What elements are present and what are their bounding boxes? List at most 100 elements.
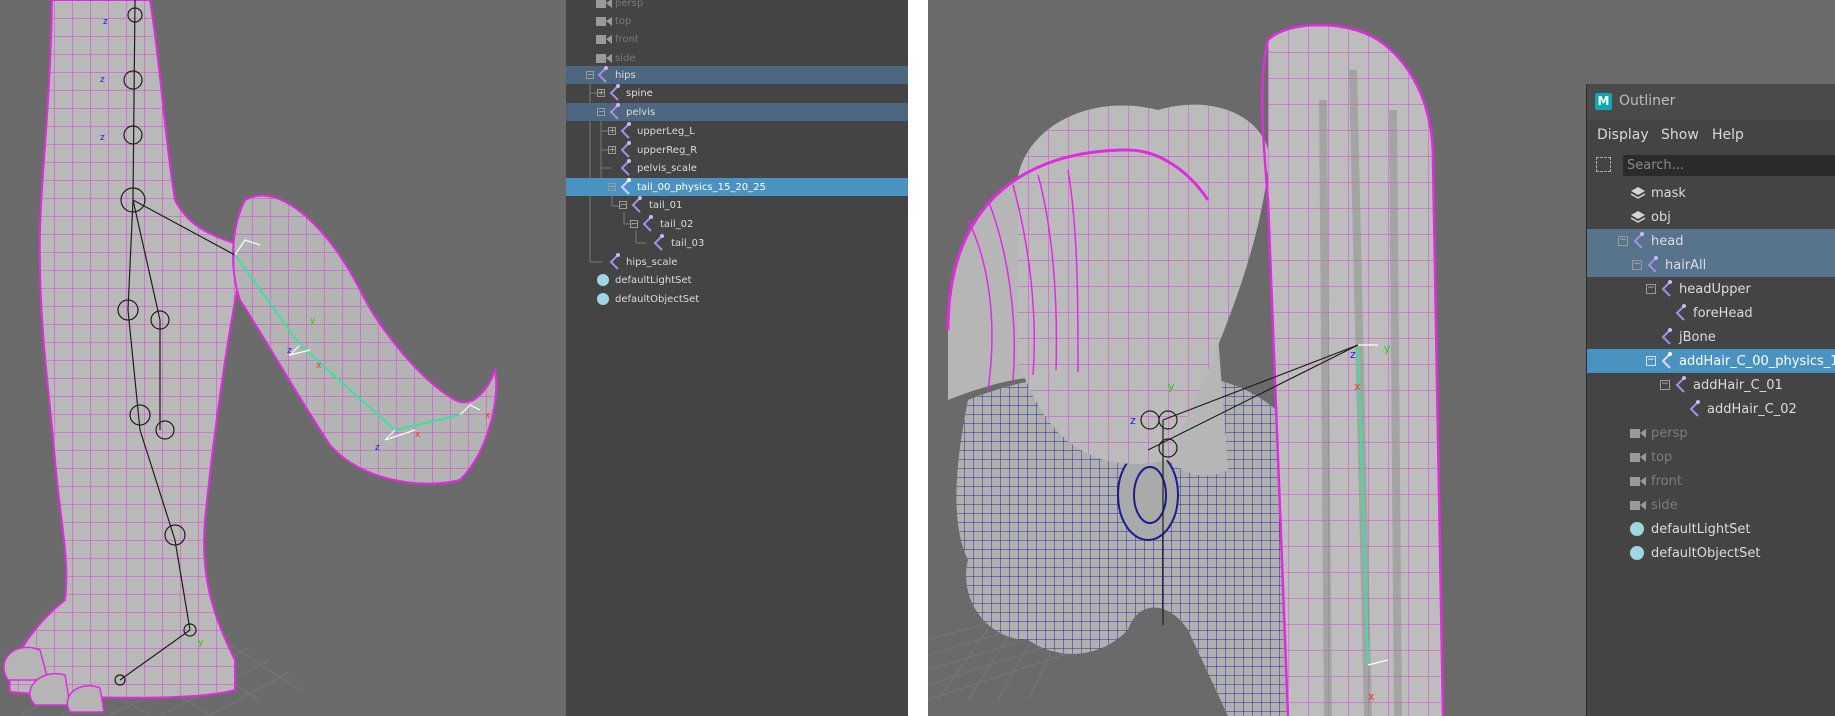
collapse-toggle[interactable]: −	[597, 108, 605, 116]
left-outliner-row-top[interactable]: top	[566, 12, 908, 30]
left-outliner-row-pelvis[interactable]: − pelvis	[566, 103, 908, 121]
row-label: head	[1651, 233, 1684, 249]
left-outliner-row-hips-scale[interactable]: hips_scale	[566, 253, 908, 271]
outliner-row-hairall[interactable]: − hairAll	[1587, 253, 1835, 277]
joint-icon	[642, 215, 653, 232]
expand-toggle[interactable]: +	[608, 146, 616, 154]
collapse-toggle[interactable]: −	[630, 220, 638, 228]
search-row	[1587, 150, 1835, 180]
outliner-row-persp[interactable]: persp	[1587, 421, 1835, 445]
left-outliner-row-side[interactable]: side	[566, 49, 908, 67]
row-label: pelvis_scale	[637, 162, 697, 174]
outliner-row-addhair-c-01[interactable]: − addHair_C_01	[1587, 373, 1835, 397]
left-outliner-row-tail-02[interactable]: − tail_02	[566, 215, 908, 233]
axis-label-z: z	[100, 133, 105, 143]
outliner-row-addhair-c-00[interactable]: − addHair_C_00_physics_15_20_25	[1587, 349, 1835, 373]
axis-label-x: x	[316, 361, 322, 371]
outliner-row-defaultlightset[interactable]: defaultLightSet	[1587, 517, 1835, 541]
row-label: addHair_C_00_physics_15_20_25	[1679, 353, 1835, 369]
axis-label-z: z	[287, 346, 292, 356]
row-label: jBone	[1679, 329, 1716, 345]
outliner-row-headupper[interactable]: − headUpper	[1587, 277, 1835, 301]
axis-label-y: y	[198, 638, 204, 648]
maya-logo-icon: M	[1595, 93, 1612, 110]
row-label: addHair_C_01	[1693, 377, 1783, 393]
outliner-title-bar[interactable]: M Outliner	[1587, 84, 1835, 121]
joint-icon	[1675, 376, 1686, 393]
row-label: top	[1651, 449, 1673, 465]
axis-label-z: z	[375, 443, 380, 453]
row-label: tail_00_physics_15_20_25	[637, 181, 766, 193]
axis-label-x: x	[415, 430, 421, 440]
select-region-icon[interactable]	[1596, 157, 1611, 172]
left-outliner-row-tail-01[interactable]: − tail_01	[566, 196, 908, 214]
joint-icon	[620, 141, 631, 158]
row-label: pelvis	[626, 106, 656, 118]
row-label: tail_03	[671, 237, 705, 249]
outliner-row-obj[interactable]: obj	[1587, 205, 1835, 229]
camera-icon	[596, 17, 612, 26]
left-outliner-row-defaultlightset[interactable]: defaultLightSet	[566, 271, 908, 289]
row-label: front	[615, 33, 639, 45]
set-icon	[597, 274, 609, 286]
left-outliner-row-pelvis-scale[interactable]: pelvis_scale	[566, 159, 908, 177]
outliner-row-top[interactable]: top	[1587, 445, 1835, 469]
outliner-row-mask[interactable]: mask	[1587, 181, 1835, 205]
camera-icon	[1630, 429, 1646, 438]
menu-display[interactable]: Display	[1597, 127, 1649, 143]
joint-icon	[1689, 400, 1700, 417]
collapse-toggle[interactable]: −	[1632, 260, 1642, 270]
row-label: defaultLightSet	[1651, 521, 1751, 537]
row-label: side	[615, 52, 636, 64]
left-3d-viewport[interactable]: z z z y z x z x x y	[0, 0, 566, 716]
joint-icon	[620, 122, 631, 139]
left-outliner-row-defaultobjectset[interactable]: defaultObjectSet	[566, 290, 908, 308]
expand-toggle[interactable]: +	[608, 127, 616, 135]
row-label: hairAll	[1665, 257, 1707, 273]
collapse-toggle[interactable]: −	[619, 201, 627, 209]
left-outliner-row-front[interactable]: front	[566, 30, 908, 48]
outliner-row-front[interactable]: front	[1587, 469, 1835, 493]
collapse-toggle[interactable]: −	[608, 183, 616, 191]
axis-label-z: z	[103, 17, 108, 27]
axis-label-z: z	[100, 75, 105, 85]
left-outliner-row-upperleg-l[interactable]: + upperLeg_L	[566, 122, 908, 140]
left-outliner-row-tail-00[interactable]: − tail_00_physics_15_20_25	[566, 178, 908, 196]
collapse-toggle[interactable]: −	[1646, 284, 1656, 294]
left-outliner-row-tail-03[interactable]: tail_03	[566, 234, 908, 252]
row-label: foreHead	[1693, 305, 1753, 321]
expand-toggle[interactable]: +	[597, 89, 605, 97]
left-outliner-row-persp[interactable]: persp	[566, 0, 908, 12]
camera-icon	[1630, 501, 1646, 510]
joint-icon	[631, 196, 642, 213]
outliner-row-defaultobjectset[interactable]: defaultObjectSet	[1587, 541, 1835, 565]
camera-icon	[596, 54, 612, 63]
joint-icon	[609, 253, 620, 270]
axis-label-x: x	[1354, 380, 1361, 393]
row-label: front	[1651, 473, 1682, 489]
left-outliner-row-hips[interactable]: − hips	[566, 66, 908, 84]
outliner-row-addhair-c-02[interactable]: addHair_C_02	[1587, 397, 1835, 421]
outliner-row-forehead[interactable]: foreHead	[1587, 301, 1835, 325]
search-input[interactable]	[1623, 155, 1835, 176]
menu-help[interactable]: Help	[1712, 127, 1744, 143]
row-label: mask	[1651, 185, 1686, 201]
left-outliner-row-upperreg-r[interactable]: + upperReg_R	[566, 141, 908, 159]
joint-icon	[597, 66, 608, 83]
joint-icon	[1647, 256, 1658, 273]
row-label: hips	[615, 69, 636, 81]
menu-show[interactable]: Show	[1661, 127, 1699, 143]
left-outliner-row-spine[interactable]: + spine	[566, 84, 908, 102]
collapse-toggle[interactable]: −	[1646, 356, 1656, 366]
row-label: defaultObjectSet	[1651, 545, 1761, 561]
outliner-row-side[interactable]: side	[1587, 493, 1835, 517]
outliner-row-head[interactable]: − head	[1587, 229, 1835, 253]
set-icon	[1630, 546, 1644, 560]
joint-icon	[653, 234, 664, 251]
collapse-toggle[interactable]: −	[1660, 380, 1670, 390]
outliner-row-jbone[interactable]: jBone	[1587, 325, 1835, 349]
joint-icon	[1661, 328, 1672, 345]
collapse-toggle[interactable]: −	[586, 71, 594, 79]
collapse-toggle[interactable]: −	[1618, 236, 1628, 246]
joint-icon	[1633, 232, 1644, 249]
